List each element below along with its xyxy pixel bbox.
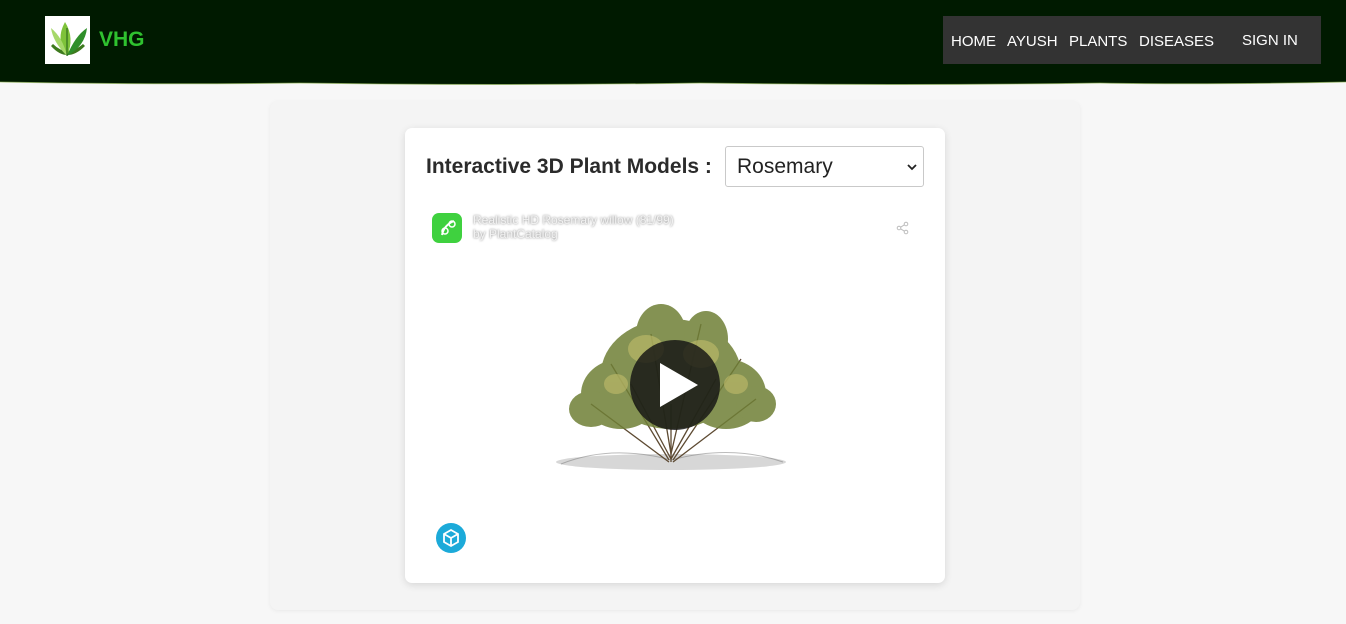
nav-ayush[interactable]: AYUSH xyxy=(1007,33,1058,50)
plant-select-value: Rosemary xyxy=(737,155,833,178)
plant-select[interactable]: Rosemary xyxy=(725,146,924,187)
nav-plants[interactable]: PLANTS xyxy=(1069,33,1127,50)
main-nav: HOME AYUSH PLANTS DISEASES SIGN IN xyxy=(943,16,1321,64)
play-button[interactable] xyxy=(630,340,720,430)
header-grass-edge xyxy=(0,80,1346,85)
page-title: Interactive 3D Plant Models : xyxy=(426,155,712,178)
chevron-down-icon xyxy=(907,164,917,171)
site-logo[interactable] xyxy=(45,16,90,64)
nav-diseases[interactable]: DISEASES xyxy=(1139,33,1214,50)
3d-model-viewer[interactable]: Realistic HD Rosemary willow (81/99) by … xyxy=(421,202,924,566)
sign-in-button[interactable]: SIGN IN xyxy=(1242,32,1298,49)
model-author: by PlantCatalog xyxy=(473,227,558,241)
model-badge-icon[interactable] xyxy=(432,213,462,243)
herb-leaf-logo-icon xyxy=(51,22,87,56)
brand-name[interactable]: VHG xyxy=(99,28,145,52)
share-icon[interactable] xyxy=(896,221,910,235)
play-icon xyxy=(660,363,698,407)
sketchfab-logo-icon[interactable] xyxy=(436,523,466,553)
nav-home[interactable]: HOME xyxy=(951,33,996,50)
model-title-link[interactable]: Realistic HD Rosemary willow (81/99) xyxy=(473,213,674,227)
